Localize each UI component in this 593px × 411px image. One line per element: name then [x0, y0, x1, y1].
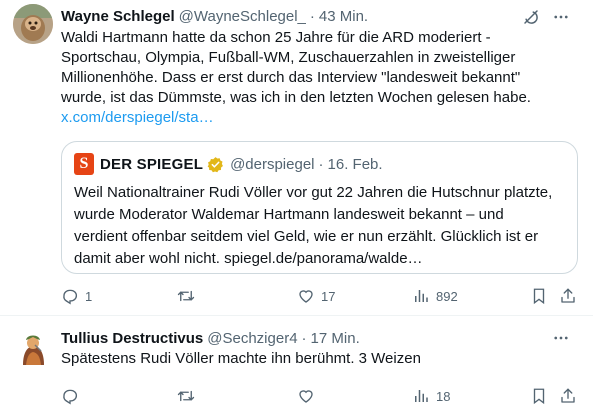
more-icon[interactable]	[551, 328, 571, 348]
reply-button[interactable]: 1	[61, 286, 92, 306]
bookmark-button[interactable]	[530, 386, 548, 406]
views-icon	[415, 290, 428, 302]
tweet-text: Spätestens Rudi Völler machte ihn berühm…	[61, 350, 421, 367]
retweet-button[interactable]	[176, 286, 202, 306]
reply-button[interactable]	[61, 386, 85, 406]
quoted-tweet[interactable]: S DER SPIEGEL @derspiegel · 16. Feb. Wei…	[61, 141, 578, 274]
bookmark-button[interactable]	[530, 286, 548, 306]
retweet-icon	[177, 390, 195, 402]
heart-icon	[299, 290, 313, 303]
tweet-2[interactable]: Tullius Destructivus @Sechziger4 · 17 Mi…	[0, 316, 593, 411]
share-button[interactable]	[559, 386, 577, 406]
tweet-1[interactable]: Wayne Schlegel @WayneSchlegel_ · 43 Min.…	[0, 0, 593, 316]
grok-icon[interactable]	[521, 7, 541, 27]
like-button[interactable]	[297, 386, 321, 406]
separator-dot: ·	[318, 155, 324, 173]
share-icon	[561, 288, 575, 303]
retweet-icon	[177, 290, 195, 302]
view-count: 18	[436, 388, 451, 404]
verified-gold-badge-icon	[207, 156, 224, 173]
avatar[interactable]	[13, 4, 53, 44]
action-bar: 1 17 892	[0, 286, 593, 306]
spiegel-logo-avatar[interactable]: S	[74, 153, 94, 175]
spiegel-logo-letter: S	[79, 155, 89, 172]
bookmark-icon	[533, 288, 545, 305]
more-icon[interactable]	[551, 7, 571, 27]
action-bar: 18	[0, 386, 593, 406]
retweet-button[interactable]	[176, 386, 202, 406]
share-button[interactable]	[559, 286, 577, 306]
author-name[interactable]: Tullius Destructivus	[61, 330, 203, 347]
views-button[interactable]: 892	[412, 286, 458, 306]
separator-dot: ·	[301, 329, 307, 347]
quoted-date[interactable]: 16. Feb.	[328, 156, 383, 173]
quoted-author-handle[interactable]: @derspiegel	[230, 156, 314, 173]
author-name[interactable]: Wayne Schlegel	[61, 8, 175, 25]
reply-icon	[63, 289, 77, 305]
tweet-text: Waldi Hartmann hatte da schon 25 Jahre f…	[61, 28, 573, 128]
author-handle[interactable]: @WayneSchlegel_	[179, 8, 306, 25]
quoted-tweet-header: S DER SPIEGEL @derspiegel · 16. Feb.	[74, 153, 383, 175]
tweet-link[interactable]: x.com/derspiegel/sta…	[61, 109, 214, 126]
quoted-tweet-text: Weil Nationaltrainer Rudi Völler vor gut…	[74, 184, 553, 267]
tweet-header: Wayne Schlegel @WayneSchlegel_ · 43 Min.	[61, 6, 368, 26]
bookmark-icon	[533, 388, 545, 405]
quoted-author-name[interactable]: DER SPIEGEL	[100, 156, 203, 173]
author-handle[interactable]: @Sechziger4	[207, 330, 297, 347]
reply-count: 1	[85, 288, 93, 304]
like-button[interactable]: 17	[297, 286, 335, 306]
views-button[interactable]: 18	[412, 386, 450, 406]
heart-icon	[299, 390, 313, 403]
view-count: 892	[436, 288, 458, 304]
tweet-header: Tullius Destructivus @Sechziger4 · 17 Mi…	[61, 328, 360, 348]
separator-dot: ·	[309, 7, 315, 25]
timestamp[interactable]: 43 Min.	[319, 8, 368, 25]
tweet-text-content: Waldi Hartmann hatte da schon 25 Jahre f…	[61, 29, 531, 106]
like-count: 17	[321, 288, 336, 304]
timestamp[interactable]: 17 Min.	[311, 330, 360, 347]
reply-icon	[63, 389, 77, 405]
share-icon	[561, 388, 575, 403]
avatar[interactable]	[13, 329, 53, 369]
views-icon	[415, 390, 428, 402]
